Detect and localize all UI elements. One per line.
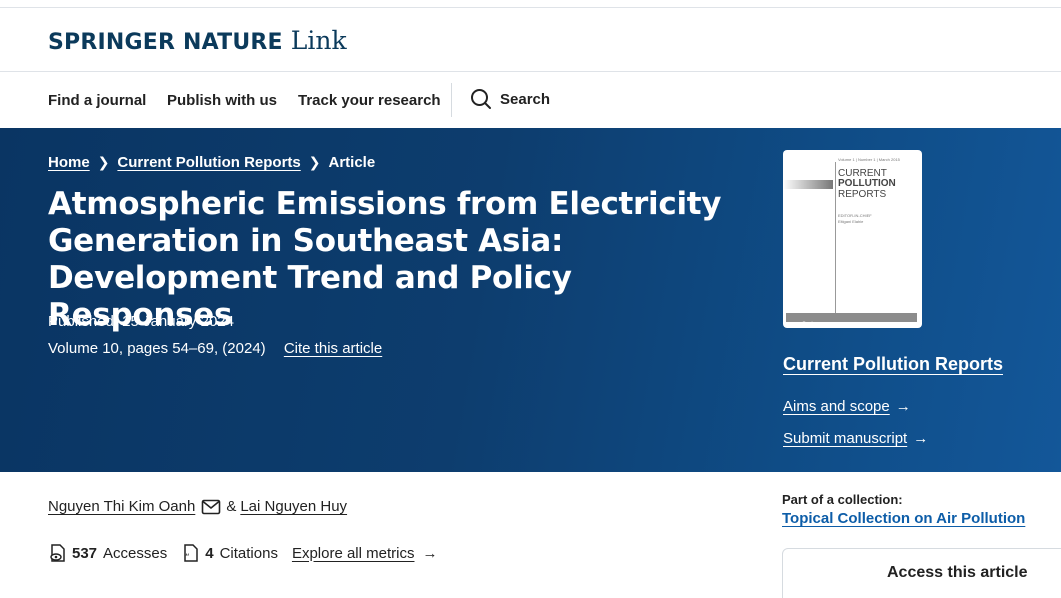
cover-rule	[835, 162, 836, 322]
submit-manuscript-link[interactable]: Submit manuscript →	[783, 430, 928, 447]
nav-find-journal[interactable]: Find a journal	[48, 92, 146, 109]
cover-volume-line: Volume 1 | Number 1 | March 2015	[838, 157, 900, 162]
cover-publisher: Springer	[802, 322, 825, 328]
author-link[interactable]: Nguyen Thi Kim Oanh	[48, 498, 195, 515]
volume-info: Volume 10, pages 54–69, (2024) Cite this…	[48, 340, 382, 357]
svg-text:“: “	[185, 553, 190, 563]
nav-divider	[451, 83, 452, 117]
top-strip	[0, 0, 1061, 8]
volume-text: Volume 10, pages 54–69, (2024)	[48, 340, 266, 357]
article-metrics: 537 Accesses “ 4 Citations Explore all m…	[48, 543, 437, 563]
accesses-count: 537	[72, 544, 98, 562]
cover-footer: Springer	[786, 313, 917, 328]
access-article-panel[interactable]: Access this article	[782, 548, 1061, 598]
author-list: Nguyen Thi Kim Oanh & Lai Nguyen Huy	[48, 498, 347, 515]
breadcrumb-current: Article	[328, 154, 376, 171]
citations-count: 4	[205, 544, 214, 562]
breadcrumb-journal[interactable]: Current Pollution Reports	[117, 154, 300, 171]
nav-track-research[interactable]: Track your research	[298, 92, 441, 109]
aims-scope-link[interactable]: Aims and scope →	[783, 398, 911, 415]
cover-title-3: REPORTS	[838, 189, 887, 200]
chevron-right-icon: ❯	[308, 154, 321, 170]
springer-nature-link-logo[interactable]: SPRINGER NATURE Link	[48, 26, 347, 55]
brand-main-text: SPRINGER NATURE	[48, 30, 283, 55]
arrow-right-icon: →	[895, 398, 911, 415]
author-link[interactable]: Lai Nguyen Huy	[240, 498, 347, 515]
explore-metrics-link[interactable]: Explore all metrics	[292, 545, 415, 562]
breadcrumb: Home ❯ Current Pollution Reports ❯ Artic…	[48, 154, 375, 171]
article-title: Atmospheric Emissions from Electricity G…	[48, 186, 722, 333]
journal-cover-image[interactable]: Volume 1 | Number 1 | March 2015 CURRENT…	[783, 150, 922, 328]
chevron-right-icon: ❯	[97, 154, 110, 170]
article-hero: Home ❯ Current Pollution Reports ❯ Artic…	[0, 128, 1061, 472]
collection-link[interactable]: Topical Collection on Air Pollution	[782, 510, 1025, 527]
search-icon	[471, 89, 491, 109]
accesses-label: Accesses	[103, 544, 168, 562]
main-nav: Find a journal Publish with us Track you…	[0, 72, 1061, 128]
brand-sub-text: Link	[290, 26, 347, 55]
cite-article-link[interactable]: Cite this article	[284, 340, 382, 357]
author-separator: &	[226, 498, 237, 515]
cover-title-2: POLLUTION	[838, 178, 896, 189]
aims-scope-label: Aims and scope	[783, 398, 890, 415]
brand-header: SPRINGER NATURE Link	[0, 8, 1061, 72]
cover-grey-band	[783, 180, 833, 189]
cover-editor: EDITOR-IN-CHIEF Eltigani Elahie	[838, 213, 872, 225]
breadcrumb-home[interactable]: Home	[48, 154, 90, 171]
citations-icon: “	[184, 544, 198, 563]
collection-label: Part of a collection:	[782, 492, 903, 507]
citations-label: Citations	[219, 544, 278, 562]
cover-editor-name: Eltigani Elahie	[838, 219, 864, 224]
accesses-icon	[50, 544, 65, 562]
nav-publish[interactable]: Publish with us	[167, 92, 277, 109]
journal-name-link[interactable]: Current Pollution Reports	[783, 354, 1003, 375]
submit-manuscript-label: Submit manuscript	[783, 430, 908, 447]
search-label: Search	[500, 90, 551, 108]
envelope-icon[interactable]	[201, 499, 223, 515]
arrow-right-icon: →	[422, 544, 438, 562]
arrow-right-icon: →	[913, 430, 929, 447]
published-date: Published: 25 January 2024	[48, 313, 234, 330]
search-button[interactable]: Search	[470, 88, 550, 110]
access-article-heading: Access this article	[887, 564, 1028, 581]
